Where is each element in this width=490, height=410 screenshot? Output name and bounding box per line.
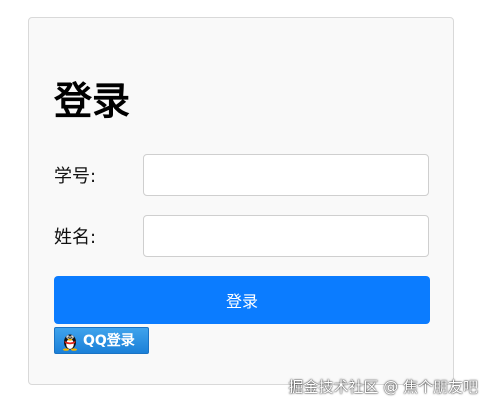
student-id-input[interactable] — [143, 154, 429, 196]
name-input[interactable] — [143, 215, 429, 257]
qq-login-button[interactable]: QQ登录 — [54, 327, 149, 354]
watermark-text: 掘金技术社区 @ 焦个朋友吧 — [288, 378, 478, 396]
page-title: 登录 — [54, 79, 131, 123]
student-id-label: 学号: — [54, 166, 97, 187]
qq-penguin-icon — [61, 331, 79, 351]
login-button[interactable]: 登录 — [54, 276, 430, 324]
qq-login-label: QQ登录 — [83, 332, 135, 349]
login-card: 登录 学号: 姓名: 登录 QQ登录 — [28, 17, 454, 385]
name-label: 姓名: — [54, 227, 97, 248]
